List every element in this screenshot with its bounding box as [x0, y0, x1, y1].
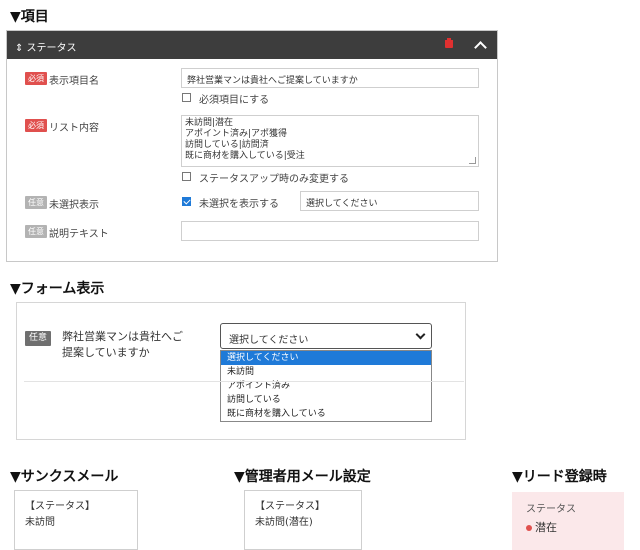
unselected-text-input[interactable]: 選択してください [300, 191, 479, 211]
dropdown-option[interactable]: 未訪問 [221, 365, 431, 379]
section-title-admin-mail: ▼管理者用メール設定 [234, 469, 371, 485]
dropdown-option[interactable]: 既に商材を購入している [221, 407, 431, 421]
admin-mail-preview: 【ステータス】 未訪問(潜在) [244, 490, 362, 550]
lead-preview: ステータス 潜在 [512, 492, 624, 550]
admin-mail-line: 【ステータス】 [255, 501, 325, 512]
status-select[interactable]: 選択してください [220, 323, 432, 349]
form-question-line: 提案していますか [62, 346, 150, 359]
list-line: アポイント済み|アポ獲得 [185, 129, 288, 139]
status-select-value: 選択してください [229, 335, 309, 346]
panel-header-label: ⇕ ステータス [15, 43, 77, 54]
list-content-textarea[interactable]: 未訪問|潜在 アポイント済み|アポ獲得 訪問している|訪問済 既に商材を購入して… [181, 115, 479, 167]
show-unselected-checkbox[interactable] [182, 197, 191, 206]
lead-status-label: ステータス [526, 504, 576, 515]
optional-badge: 任意 [25, 196, 47, 209]
status-dot-icon [526, 525, 532, 531]
description-text-label: 説明テキスト [49, 229, 109, 240]
description-text-input[interactable] [181, 221, 479, 241]
section-title-form: ▼フォーム表示 [10, 281, 105, 297]
required-badge: 必須 [25, 119, 47, 132]
trash-icon[interactable] [445, 38, 453, 48]
required-badge: 必須 [25, 72, 47, 85]
display-name-label: 表示項目名 [49, 76, 99, 87]
thanks-mail-line: 未訪問 [25, 517, 55, 528]
required-checkbox[interactable] [182, 93, 191, 102]
list-line: 既に商材を購入している|受注 [185, 151, 305, 161]
chevron-down-icon [415, 329, 426, 340]
dropdown-option[interactable]: 訪問している [221, 393, 431, 407]
display-name-input[interactable]: 弊社営業マンは貴社へご提案していますか [181, 68, 479, 88]
list-line: 訪問している|訪問済 [185, 140, 269, 150]
resize-handle-icon[interactable] [469, 157, 476, 164]
chevron-up-icon[interactable] [474, 41, 487, 54]
optional-badge: 任意 [25, 225, 47, 238]
required-checkbox-label: 必須項目にする [199, 95, 270, 106]
show-unselected-checkbox-label: 未選択を表示する [199, 199, 279, 210]
list-content-label: リスト内容 [49, 123, 99, 134]
section-title-thanks-mail: ▼サンクスメール [10, 469, 119, 485]
lead-status-value: 潜在 [535, 521, 557, 534]
form-question-line: 弊社営業マンは貴社へご [62, 330, 183, 343]
panel-header[interactable]: ⇕ ステータス [7, 31, 497, 59]
thanks-mail-preview: 【ステータス】 未訪問 [14, 490, 138, 550]
thanks-mail-line: 【ステータス】 [25, 501, 95, 512]
dropdown-option[interactable]: 選択してください [221, 351, 431, 365]
status-dropdown: 選択してください 未訪問 アポイント済み 訪問している 既に商材を購入している [220, 350, 432, 422]
status-up-checkbox-label: ステータスアップ時のみ変更する [199, 174, 349, 185]
section-title-lead: ▼リード登録時 [512, 469, 607, 485]
unselected-display-label: 未選択表示 [49, 200, 99, 211]
list-line: 未訪問|潜在 [185, 118, 234, 128]
lead-status-value-row: 潜在 [526, 519, 610, 535]
status-up-checkbox[interactable] [182, 172, 191, 181]
status-item-panel: ⇕ ステータス 必須 表示項目名 弊社営業マンは貴社へご提案していますか 必須項… [6, 30, 498, 262]
section-title-items: ▼項目 [10, 9, 49, 25]
form-question: 弊社営業マンは貴社へご 提案していますか [62, 329, 183, 361]
optional-badge: 任意 [25, 331, 52, 346]
admin-mail-line: 未訪問(潜在) [255, 517, 313, 528]
form-divider [24, 381, 464, 382]
